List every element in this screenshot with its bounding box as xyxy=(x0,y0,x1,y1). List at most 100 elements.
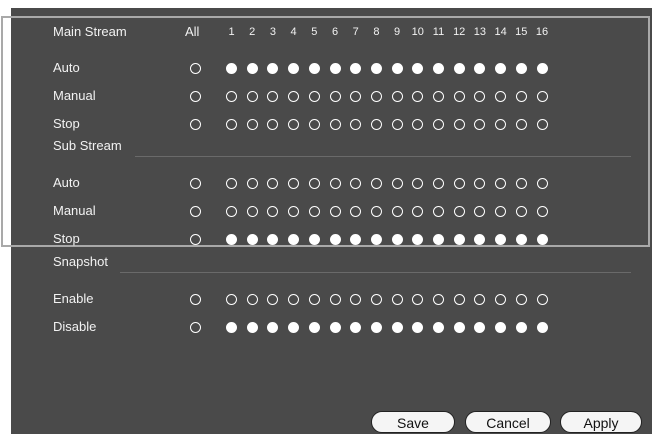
main-stream-stop-channel-14-radio[interactable] xyxy=(495,118,507,130)
sub-stream-stop-channel-16-radio[interactable] xyxy=(536,233,548,245)
snapshot-disable-channel-14-radio[interactable] xyxy=(495,321,507,333)
main-stream-manual-channel-4-radio[interactable] xyxy=(288,90,300,102)
cancel-button[interactable]: Cancel xyxy=(465,411,551,433)
main-stream-auto-channel-7-radio[interactable] xyxy=(350,62,362,74)
snapshot-disable-channel-8-radio[interactable] xyxy=(370,321,382,333)
sub-stream-manual-channel-16-radio[interactable] xyxy=(536,205,548,217)
sub-stream-auto-channel-1-radio[interactable] xyxy=(226,177,237,189)
snapshot-disable-channel-11-radio[interactable] xyxy=(433,321,444,333)
sub-stream-auto-channel-16-radio[interactable] xyxy=(536,177,548,189)
sub-stream-auto-channel-5-radio[interactable] xyxy=(308,177,320,189)
main-stream-manual-channel-6-radio[interactable] xyxy=(329,90,341,102)
sub-stream-stop-channel-12-radio[interactable] xyxy=(453,233,465,245)
sub-stream-manual-channel-1-radio[interactable] xyxy=(226,205,237,217)
main-stream-manual-channel-1-radio[interactable] xyxy=(226,90,237,102)
main-stream-manual-channel-2-radio[interactable] xyxy=(246,90,258,102)
sub-stream-manual-channel-8-radio[interactable] xyxy=(370,205,382,217)
sub-stream-stop-channel-13-radio[interactable] xyxy=(474,233,486,245)
main-stream-auto-channel-9-radio[interactable] xyxy=(391,62,403,74)
sub-stream-stop-channel-9-radio[interactable] xyxy=(391,233,403,245)
sub-stream-auto-channel-8-radio[interactable] xyxy=(370,177,382,189)
sub-stream-manual-channel-13-radio[interactable] xyxy=(474,205,486,217)
apply-button[interactable]: Apply xyxy=(560,411,642,433)
sub-stream-auto-channel-9-radio[interactable] xyxy=(391,177,403,189)
sub-stream-stop-channel-2-radio[interactable] xyxy=(246,233,258,245)
snapshot-disable-channel-15-radio[interactable] xyxy=(515,321,527,333)
main-stream-auto-channel-8-radio[interactable] xyxy=(370,62,382,74)
main-stream-stop-channel-16-radio[interactable] xyxy=(536,118,548,130)
main-stream-auto-channel-12-radio[interactable] xyxy=(453,62,465,74)
snapshot-enable-channel-4-radio[interactable] xyxy=(288,293,300,305)
snapshot-disable-channel-13-radio[interactable] xyxy=(474,321,486,333)
sub-stream-stop-channel-3-radio[interactable] xyxy=(267,233,279,245)
main-stream-auto-channel-16-radio[interactable] xyxy=(536,62,548,74)
main-stream-auto-channel-4-radio[interactable] xyxy=(288,62,300,74)
snapshot-enable-channel-9-radio[interactable] xyxy=(391,293,403,305)
snapshot-disable-channel-1-radio[interactable] xyxy=(226,321,237,333)
snapshot-disable-all-radio[interactable] xyxy=(190,321,201,333)
main-stream-manual-all-radio[interactable] xyxy=(190,90,201,102)
sub-stream-stop-channel-1-radio[interactable] xyxy=(226,233,237,245)
main-stream-stop-channel-13-radio[interactable] xyxy=(474,118,486,130)
main-stream-manual-channel-15-radio[interactable] xyxy=(515,90,527,102)
sub-stream-stop-channel-10-radio[interactable] xyxy=(412,233,424,245)
sub-stream-auto-channel-13-radio[interactable] xyxy=(474,177,486,189)
sub-stream-manual-channel-9-radio[interactable] xyxy=(391,205,403,217)
snapshot-disable-channel-4-radio[interactable] xyxy=(288,321,300,333)
sub-stream-auto-channel-12-radio[interactable] xyxy=(453,177,465,189)
snapshot-disable-channel-16-radio[interactable] xyxy=(536,321,548,333)
main-stream-manual-channel-5-radio[interactable] xyxy=(308,90,320,102)
main-stream-manual-channel-16-radio[interactable] xyxy=(536,90,548,102)
snapshot-enable-channel-13-radio[interactable] xyxy=(474,293,486,305)
sub-stream-auto-channel-7-radio[interactable] xyxy=(350,177,362,189)
main-stream-stop-channel-10-radio[interactable] xyxy=(412,118,424,130)
sub-stream-auto-channel-6-radio[interactable] xyxy=(329,177,341,189)
snapshot-enable-channel-6-radio[interactable] xyxy=(329,293,341,305)
sub-stream-manual-channel-5-radio[interactable] xyxy=(308,205,320,217)
sub-stream-manual-channel-2-radio[interactable] xyxy=(246,205,258,217)
main-stream-stop-all-radio[interactable] xyxy=(190,118,201,130)
main-stream-stop-channel-1-radio[interactable] xyxy=(226,118,237,130)
main-stream-stop-channel-6-radio[interactable] xyxy=(329,118,341,130)
snapshot-enable-channel-12-radio[interactable] xyxy=(453,293,465,305)
snapshot-disable-channel-2-radio[interactable] xyxy=(246,321,258,333)
main-stream-manual-channel-13-radio[interactable] xyxy=(474,90,486,102)
main-stream-manual-channel-12-radio[interactable] xyxy=(453,90,465,102)
snapshot-disable-channel-6-radio[interactable] xyxy=(329,321,341,333)
main-stream-stop-channel-12-radio[interactable] xyxy=(453,118,465,130)
main-stream-stop-channel-5-radio[interactable] xyxy=(308,118,320,130)
sub-stream-stop-channel-6-radio[interactable] xyxy=(329,233,341,245)
sub-stream-auto-channel-4-radio[interactable] xyxy=(288,177,300,189)
snapshot-enable-channel-8-radio[interactable] xyxy=(370,293,382,305)
main-stream-stop-channel-9-radio[interactable] xyxy=(391,118,403,130)
main-stream-manual-channel-11-radio[interactable] xyxy=(433,90,444,102)
sub-stream-manual-channel-12-radio[interactable] xyxy=(453,205,465,217)
snapshot-enable-channel-11-radio[interactable] xyxy=(433,293,444,305)
sub-stream-manual-channel-7-radio[interactable] xyxy=(350,205,362,217)
main-stream-stop-channel-2-radio[interactable] xyxy=(246,118,258,130)
sub-stream-stop-all-radio[interactable] xyxy=(190,233,201,245)
snapshot-enable-channel-2-radio[interactable] xyxy=(246,293,258,305)
main-stream-stop-channel-4-radio[interactable] xyxy=(288,118,300,130)
sub-stream-stop-channel-7-radio[interactable] xyxy=(350,233,362,245)
sub-stream-manual-all-radio[interactable] xyxy=(190,205,201,217)
main-stream-auto-channel-13-radio[interactable] xyxy=(474,62,486,74)
snapshot-disable-channel-10-radio[interactable] xyxy=(412,321,424,333)
sub-stream-auto-channel-15-radio[interactable] xyxy=(515,177,527,189)
save-button[interactable]: Save xyxy=(371,411,455,433)
main-stream-stop-channel-15-radio[interactable] xyxy=(515,118,527,130)
main-stream-stop-channel-3-radio[interactable] xyxy=(267,118,279,130)
sub-stream-manual-channel-4-radio[interactable] xyxy=(288,205,300,217)
sub-stream-stop-channel-14-radio[interactable] xyxy=(495,233,507,245)
snapshot-disable-channel-12-radio[interactable] xyxy=(453,321,465,333)
main-stream-auto-channel-15-radio[interactable] xyxy=(515,62,527,74)
main-stream-auto-channel-6-radio[interactable] xyxy=(329,62,341,74)
snapshot-disable-channel-9-radio[interactable] xyxy=(391,321,403,333)
main-stream-stop-channel-7-radio[interactable] xyxy=(350,118,362,130)
sub-stream-manual-channel-10-radio[interactable] xyxy=(412,205,424,217)
sub-stream-auto-channel-14-radio[interactable] xyxy=(495,177,507,189)
sub-stream-stop-channel-8-radio[interactable] xyxy=(370,233,382,245)
main-stream-manual-channel-14-radio[interactable] xyxy=(495,90,507,102)
main-stream-manual-channel-7-radio[interactable] xyxy=(350,90,362,102)
sub-stream-auto-channel-11-radio[interactable] xyxy=(433,177,444,189)
